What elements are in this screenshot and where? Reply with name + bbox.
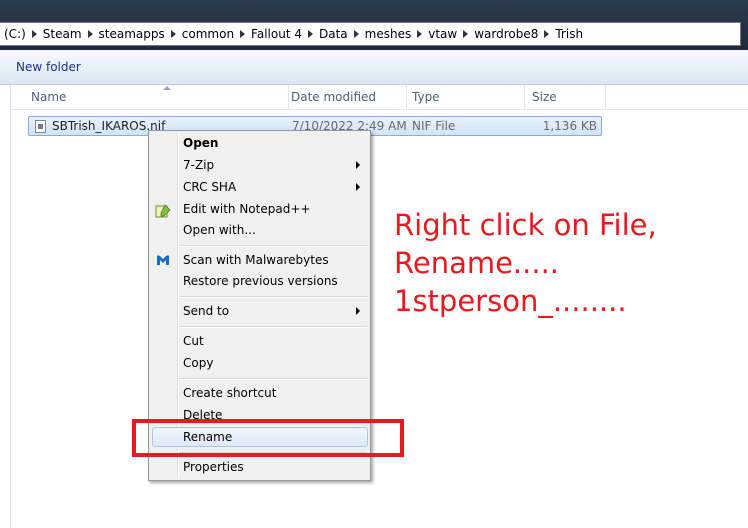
menu-item-properties[interactable]: Properties	[183, 458, 244, 476]
column-name[interactable]: Name	[23, 85, 289, 109]
breadcrumb-chevron-icon[interactable]	[31, 30, 37, 38]
breadcrumb-chevron-icon[interactable]	[417, 30, 423, 38]
breadcrumb-wardrobe8[interactable]: wardrobe8	[470, 27, 542, 41]
breadcrumb-chevron-icon[interactable]	[353, 30, 359, 38]
menu-item-scan-malwarebytes[interactable]: Scan with Malwarebytes	[183, 251, 329, 269]
breadcrumb-common[interactable]: common	[178, 27, 238, 41]
menu-item-edit-notepad[interactable]: Edit with Notepad++	[183, 200, 310, 218]
menu-item-open-with[interactable]: Open with...	[183, 221, 256, 239]
menu-item-send-to[interactable]: Send to	[183, 302, 229, 320]
menu-separator	[179, 378, 367, 380]
menu-item-crc-sha[interactable]: CRC SHA	[183, 178, 236, 196]
breadcrumb-chevron-icon[interactable]	[463, 30, 469, 38]
column-header: Name Date modified Type Size	[11, 85, 748, 110]
menu-item-7zip[interactable]: 7-Zip	[183, 156, 214, 174]
notepad-plus-plus-icon	[155, 204, 171, 218]
nif-file-icon	[35, 120, 46, 133]
breadcrumb[interactable]: (C:) Steam steamapps common Fallout 4 Da…	[0, 22, 741, 46]
breadcrumb-steamapps[interactable]: steamapps	[95, 27, 169, 41]
annotation-line-1: Right click on File,	[394, 208, 657, 242]
menu-separator	[179, 296, 367, 298]
sort-ascending-icon	[163, 86, 171, 90]
breadcrumb-drive[interactable]: (C:)	[0, 27, 30, 41]
menu-separator	[179, 326, 367, 328]
column-size[interactable]: Size	[524, 85, 606, 109]
breadcrumb-chevron-icon[interactable]	[544, 30, 550, 38]
navigation-pane	[0, 85, 11, 528]
breadcrumb-vtaw[interactable]: vtaw	[424, 27, 461, 41]
command-toolbar: New folder	[0, 50, 748, 85]
annotation-line-3: 1stperson_........	[394, 284, 627, 318]
breadcrumb-chevron-icon[interactable]	[307, 30, 313, 38]
breadcrumb-meshes[interactable]: meshes	[361, 27, 416, 41]
rename-highlight-box	[132, 419, 404, 457]
instruction-annotation: Right click on File, Rename..... 1stpers…	[394, 206, 657, 320]
breadcrumb-chevron-icon[interactable]	[170, 30, 176, 38]
breadcrumb-chevron-icon[interactable]	[87, 30, 93, 38]
menu-item-open[interactable]: Open	[183, 134, 218, 152]
column-type[interactable]: Type	[404, 85, 525, 109]
annotation-line-2: Rename.....	[394, 246, 560, 280]
submenu-arrow-icon	[356, 183, 360, 191]
breadcrumb-fallout4[interactable]: Fallout 4	[247, 27, 306, 41]
malwarebytes-icon	[157, 255, 169, 265]
submenu-arrow-icon	[356, 161, 360, 169]
menu-item-copy[interactable]: Copy	[183, 354, 213, 372]
breadcrumb-chevron-icon[interactable]	[240, 30, 246, 38]
menu-item-restore-versions[interactable]: Restore previous versions	[183, 272, 338, 290]
breadcrumb-trish[interactable]: Trish	[551, 27, 587, 41]
column-date-modified[interactable]: Date modified	[283, 85, 407, 109]
new-folder-button[interactable]: New folder	[16, 60, 81, 74]
menu-item-create-shortcut[interactable]: Create shortcut	[183, 384, 276, 402]
breadcrumb-steam[interactable]: Steam	[39, 27, 86, 41]
submenu-arrow-icon	[356, 307, 360, 315]
menu-separator	[179, 245, 367, 247]
menu-item-cut[interactable]: Cut	[183, 332, 204, 350]
breadcrumb-data[interactable]: Data	[315, 27, 352, 41]
file-type: NIF File	[412, 119, 456, 133]
address-bar-frame: (C:) Steam steamapps common Fallout 4 Da…	[0, 0, 748, 50]
file-size: 1,136 KB	[542, 119, 597, 133]
